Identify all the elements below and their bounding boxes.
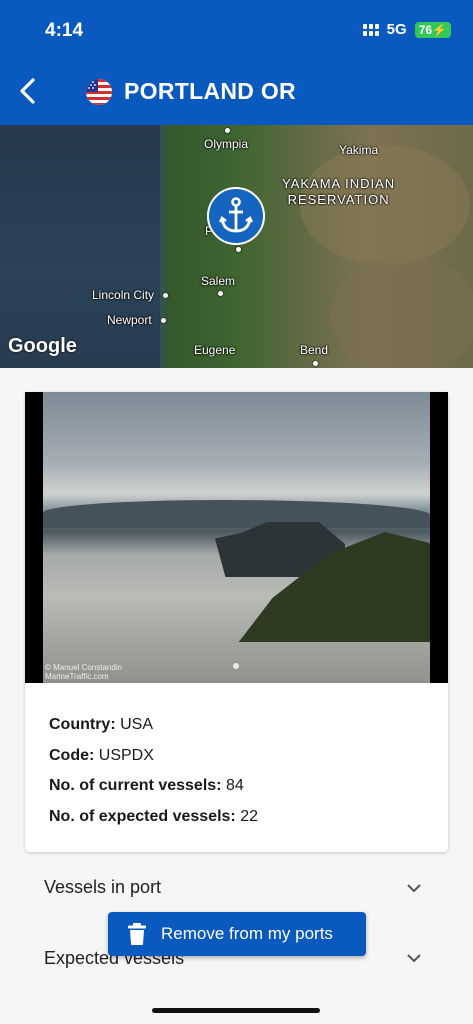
map-label-reservation: YAKAMA INDIAN RESERVATION bbox=[282, 176, 395, 208]
detail-country: Country: USA bbox=[49, 710, 258, 741]
remove-button-label: Remove from my ports bbox=[161, 924, 333, 943]
map-label-olympia: Olympia bbox=[204, 137, 249, 151]
map-label-reservation-line2: RESERVATION bbox=[287, 192, 390, 207]
detail-expected-vessels: No. of expected vessels: 22 bbox=[49, 802, 258, 833]
detail-label: No. of current vessels: bbox=[49, 777, 222, 794]
map-attribution: Google bbox=[8, 335, 77, 357]
detail-value: 22 bbox=[240, 807, 258, 825]
vessels-in-port-section[interactable]: Vessels in port bbox=[44, 877, 161, 898]
detail-value: USPDX bbox=[98, 746, 154, 764]
page-title: PORTLAND OR bbox=[124, 78, 296, 104]
photo-credit-line2: MarineTraffic.com bbox=[45, 672, 109, 681]
map-label-lincoln-city: Lincoln City bbox=[92, 288, 155, 302]
map-city-dot bbox=[161, 318, 166, 323]
map-label-eugene: Eugene bbox=[194, 343, 236, 357]
battery-badge: 76⚡ bbox=[414, 21, 451, 38]
us-flag-icon bbox=[86, 79, 112, 105]
detail-label: Code: bbox=[49, 746, 95, 764]
signal-icon bbox=[362, 23, 379, 36]
status-time: 4:14 bbox=[45, 20, 84, 41]
map-label-reservation-line1: YAKAMA INDIAN bbox=[282, 176, 396, 191]
photo-hills bbox=[43, 500, 430, 528]
detail-value: 84 bbox=[225, 777, 244, 794]
port-map[interactable]: Olympia Yakima YAKAMA INDIAN RESERVATION… bbox=[0, 125, 473, 368]
chevron-down-icon[interactable] bbox=[407, 951, 421, 965]
map-label-yakima: Yakima bbox=[339, 143, 379, 157]
photo-credit: © Manuel Constandin MarineTraffic.com bbox=[45, 663, 122, 681]
detail-code: Code: USPDX bbox=[49, 741, 258, 772]
port-info-card: © Manuel Constandin MarineTraffic.com Co… bbox=[25, 392, 448, 852]
map-label-bend: Bend bbox=[300, 343, 329, 357]
battery-level: 76 bbox=[418, 22, 433, 37]
detail-label: No. of expected vessels: bbox=[49, 807, 236, 825]
detail-label: Country: bbox=[49, 716, 116, 733]
remove-from-my-ports-button[interactable]: Remove from my ports bbox=[108, 912, 366, 956]
map-label-newport: Newport bbox=[107, 313, 152, 327]
app-header: 4:14 5G 76⚡ PORTLAND OR bbox=[0, 0, 473, 125]
map-terrain bbox=[330, 255, 473, 368]
port-details: Country: USA Code: USPDX No. of current … bbox=[49, 710, 258, 832]
chevron-down-icon[interactable] bbox=[407, 881, 421, 895]
map-city-dot bbox=[218, 291, 223, 296]
home-indicator[interactable] bbox=[152, 1008, 320, 1013]
anchor-icon bbox=[219, 197, 253, 233]
map-city-dot bbox=[313, 361, 318, 366]
map-city-dot bbox=[236, 247, 241, 252]
map-city-dot bbox=[163, 293, 168, 298]
map-ocean bbox=[0, 125, 160, 368]
port-marker[interactable] bbox=[207, 187, 265, 245]
chevron-left-icon bbox=[20, 78, 35, 104]
photo-pager-dot bbox=[233, 663, 239, 669]
back-button[interactable] bbox=[14, 74, 44, 108]
detail-value: USA bbox=[120, 716, 154, 733]
map-city-dot bbox=[225, 128, 230, 133]
network-label: 5G bbox=[386, 21, 407, 38]
port-photo[interactable]: © Manuel Constandin MarineTraffic.com bbox=[25, 392, 448, 683]
detail-current-vessels: No. of current vessels: 84 bbox=[49, 771, 258, 802]
status-indicators: 5G 76⚡ bbox=[362, 21, 451, 38]
map-label-salem: Salem bbox=[201, 274, 236, 288]
trash-icon bbox=[128, 923, 146, 945]
photo-credit-line1: © Manuel Constandin bbox=[45, 663, 123, 672]
